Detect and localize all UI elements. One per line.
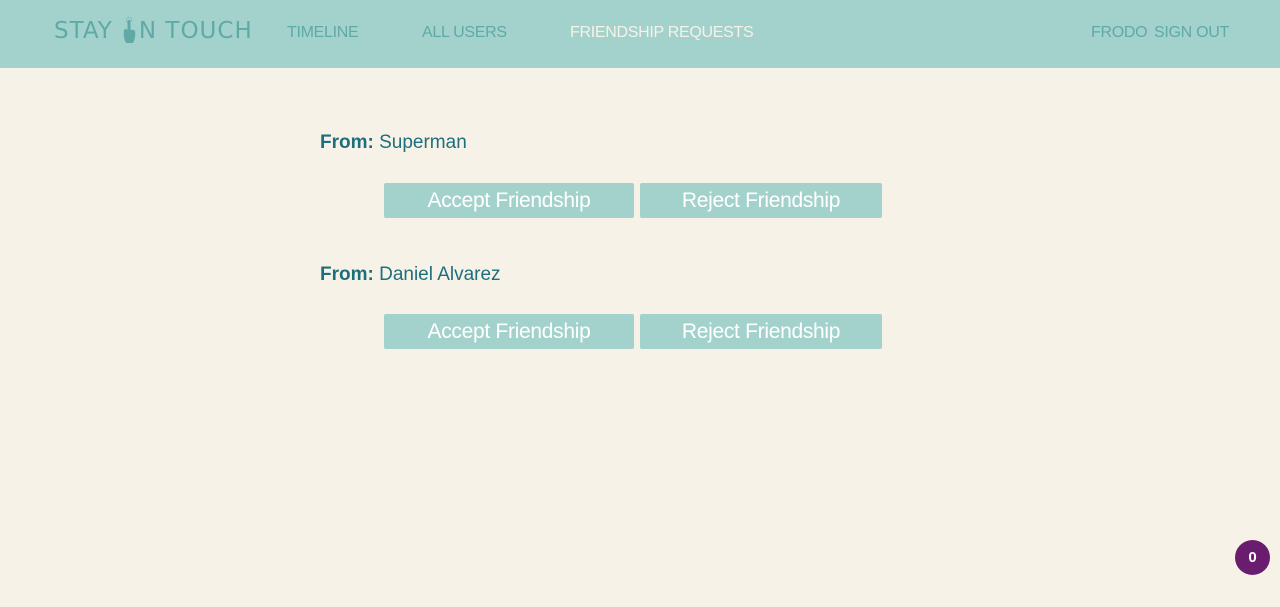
friendship-request: From: Daniel Alvarez [320, 264, 501, 286]
request-from: From: Daniel Alvarez [320, 264, 501, 286]
friendship-request: From: Superman [320, 132, 467, 154]
accept-friendship-button[interactable]: Accept Friendship [384, 183, 634, 218]
reject-friendship-button[interactable]: Reject Friendship [640, 183, 882, 218]
nav-friendship-requests[interactable]: FRIENDSHIP REQUESTS [570, 24, 754, 42]
pointing-hand-icon [123, 17, 136, 43]
accept-friendship-button[interactable]: Accept Friendship [384, 314, 634, 349]
request-from: From: Superman [320, 132, 467, 154]
nav-all-users[interactable]: ALL USERS [422, 24, 507, 42]
logo-text-right: N TOUCH [138, 18, 253, 44]
from-name: Daniel Alvarez [379, 264, 501, 285]
reject-friendship-button[interactable]: Reject Friendship [640, 314, 882, 349]
logo[interactable]: STAY N TOUCH [54, 16, 253, 46]
notification-badge[interactable]: 0 [1235, 540, 1270, 575]
nav-timeline[interactable]: TIMELINE [287, 24, 359, 42]
from-label: From: [320, 264, 374, 285]
navbar: STAY N TOUCH TIMELINE ALL USERS FRIENDSH… [0, 0, 1280, 68]
from-label: From: [320, 132, 374, 153]
logo-text-left: STAY [54, 18, 113, 44]
from-name: Superman [379, 132, 467, 153]
nav-user-profile[interactable]: FRODO [1091, 24, 1148, 42]
sign-out-link[interactable]: SIGN OUT [1154, 24, 1229, 42]
